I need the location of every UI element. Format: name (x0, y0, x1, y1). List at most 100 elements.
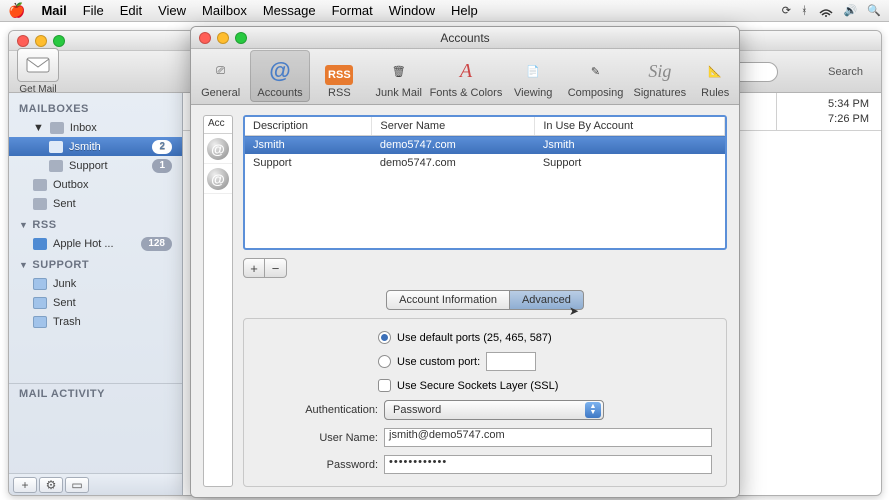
toolbar-rules[interactable]: 📐Rules (691, 50, 738, 102)
system-menubar: 🍎 Mail File Edit View Mailbox Message Fo… (0, 0, 889, 22)
prefs-title: Accounts (440, 31, 489, 45)
menu-file[interactable]: File (83, 3, 104, 18)
rules-icon: 📐 (700, 57, 730, 85)
authentication-select[interactable]: Password ▲▼ (384, 400, 604, 420)
server-row-support[interactable]: Support demo5747.com Support (245, 154, 725, 172)
sidebar-item-outbox[interactable]: Outbox (9, 175, 182, 194)
sidebar-item-support[interactable]: Support1 (9, 156, 182, 175)
tab-advanced[interactable]: Advanced ➤ (510, 290, 584, 310)
sidebar-item-trash[interactable]: Trash (9, 312, 182, 331)
smtp-server-table[interactable]: Description Server Name In Use By Accoun… (243, 115, 727, 250)
menu-edit[interactable]: Edit (120, 3, 142, 18)
account-item-2[interactable]: @ (204, 164, 232, 194)
sidebar-section-mailboxes[interactable]: MAILBOXES (9, 97, 182, 118)
remove-server-button[interactable]: − (265, 258, 287, 278)
account-at-icon: @ (207, 138, 229, 160)
label-ssl: Use Secure Sockets Layer (SSL) (397, 380, 558, 392)
label-custom-port: Use custom port: (397, 356, 480, 368)
col-server-name[interactable]: Server Name (372, 117, 535, 136)
accounts-preferences-window: Accounts ⎚General @Accounts RSSRSS 🗑Junk… (190, 26, 740, 498)
close-button[interactable] (17, 35, 29, 47)
password-field[interactable]: •••••••••••• (384, 455, 712, 474)
mail-activity-panel: MAIL ACTIVITY (9, 383, 182, 473)
menu-window[interactable]: Window (389, 3, 435, 18)
prefs-zoom-button[interactable] (235, 32, 247, 44)
prefs-minimize-button[interactable] (217, 32, 229, 44)
menu-message[interactable]: Message (263, 3, 316, 18)
radio-default-ports[interactable] (378, 331, 391, 344)
username-field[interactable]: jsmith@demo5747.com (384, 428, 712, 447)
at-icon: @ (265, 57, 295, 85)
tab-account-information[interactable]: Account Information (386, 290, 510, 310)
sidebar-bottom-bar: + ⚙ ▭ (9, 473, 182, 495)
sidebar-section-rss[interactable]: ▼RSS (9, 213, 182, 234)
sidebar-item-inbox[interactable]: ▼Inbox (9, 118, 182, 137)
label-username: User Name: (258, 432, 378, 444)
message-time-1: 5:34 PM (828, 98, 869, 110)
menu-format[interactable]: Format (332, 3, 373, 18)
fonts-icon: A (451, 57, 481, 85)
apple-menu-icon[interactable]: 🍎 (8, 2, 25, 19)
toolbar-fonts[interactable]: AFonts & Colors (428, 50, 503, 102)
action-menu-button[interactable]: ⚙ (39, 477, 63, 493)
menu-view[interactable]: View (158, 3, 186, 18)
label-password: Password: (258, 459, 378, 471)
signatures-icon: Sig (645, 57, 675, 85)
checkbox-ssl[interactable] (378, 379, 391, 392)
get-mail-button[interactable] (17, 48, 59, 82)
toolbar-junk[interactable]: 🗑Junk Mail (369, 50, 428, 102)
envelope-icon (26, 56, 50, 74)
general-icon: ⎚ (206, 57, 236, 85)
account-item-1[interactable]: @ (204, 134, 232, 164)
add-server-button[interactable]: + (243, 258, 265, 278)
volume-icon[interactable]: 🔊 (844, 4, 858, 17)
search-label: Search (828, 66, 863, 78)
sidebar-item-apple-hot[interactable]: Apple Hot ...128 (9, 234, 182, 253)
bluetooth-icon[interactable]: ᚼ (801, 5, 808, 17)
sidebar-item-sent[interactable]: Sent (9, 194, 182, 213)
toolbar-general[interactable]: ⎚General (191, 50, 250, 102)
select-arrows-icon: ▲▼ (585, 402, 601, 418)
minimize-button[interactable] (35, 35, 47, 47)
server-row-jsmith[interactable]: Jsmith demo5747.com Jsmith (245, 136, 725, 155)
menu-app[interactable]: Mail (41, 3, 66, 18)
prefs-titlebar[interactable]: Accounts (191, 27, 739, 49)
composing-icon: ✎ (581, 57, 611, 85)
menu-mailbox[interactable]: Mailbox (202, 3, 247, 18)
toolbar-viewing[interactable]: 📄Viewing (504, 50, 563, 102)
toolbar-signatures[interactable]: SigSignatures (628, 50, 691, 102)
accounts-source-list[interactable]: Acc @ @ (203, 115, 233, 487)
prefs-toolbar: ⎚General @Accounts RSSRSS 🗑Junk Mail AFo… (191, 49, 739, 105)
settings-tabs: Account Information Advanced ➤ (243, 290, 727, 310)
toolbar-rss[interactable]: RSSRSS (310, 50, 369, 102)
message-time-2: 7:26 PM (828, 113, 869, 125)
server-add-remove: + − (243, 258, 727, 278)
sidebar-item-junk[interactable]: Junk (9, 274, 182, 293)
col-description[interactable]: Description (245, 117, 372, 136)
account-at-icon: @ (207, 168, 229, 190)
viewing-icon: 📄 (518, 57, 548, 85)
sidebar-section-support[interactable]: ▼SUPPORT (9, 253, 182, 274)
toolbar-accounts[interactable]: @Accounts (250, 50, 309, 102)
menubar-status-area: ⟳ ᚼ 🔊 🔍 (782, 4, 881, 17)
radio-custom-port[interactable] (378, 355, 391, 368)
add-mailbox-button[interactable]: + (13, 477, 37, 493)
sidebar-item-jsmith[interactable]: Jsmith2 (9, 137, 182, 156)
prefs-close-button[interactable] (199, 32, 211, 44)
sidebar-item-sent-folder[interactable]: Sent (9, 293, 182, 312)
spotlight-icon[interactable]: 🔍 (867, 4, 881, 17)
wifi-icon[interactable] (818, 5, 834, 17)
col-in-use[interactable]: In Use By Account (535, 117, 725, 136)
sidebar: MAILBOXES ▼Inbox Jsmith2 Support1 Outbox… (9, 93, 183, 495)
label-default-ports: Use default ports (25, 465, 587) (397, 332, 552, 344)
show-activity-button[interactable]: ▭ (65, 477, 89, 493)
mouse-cursor-icon: ➤ (569, 304, 579, 318)
custom-port-field[interactable] (486, 352, 536, 371)
toolbar-composing[interactable]: ✎Composing (563, 50, 628, 102)
sync-icon[interactable]: ⟳ (782, 4, 791, 17)
rss-icon: RSS (325, 65, 353, 85)
label-authentication: Authentication: (258, 404, 378, 416)
zoom-button[interactable] (53, 35, 65, 47)
menu-help[interactable]: Help (451, 3, 478, 18)
junk-icon: 🗑 (384, 57, 414, 85)
